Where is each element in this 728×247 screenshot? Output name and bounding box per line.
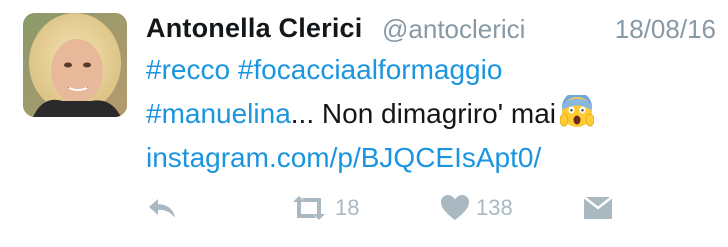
reply-icon [146, 194, 178, 222]
tweet-line-1: #recco #focacciaalformaggio [146, 48, 706, 92]
tweet-actions: 18 138 [146, 188, 616, 228]
tweet-card: Antonella Clerici @antoclerici 18/08/16 … [0, 0, 728, 247]
tweet-header: Antonella Clerici @antoclerici 18/08/16 [146, 7, 716, 47]
timestamp[interactable]: 18/08/16 [615, 14, 716, 45]
tweet-line-3: instagram.com/p/BJQCEIsApt0/ [146, 136, 706, 180]
tweet-line-2: #manuelina... Non dimagriro' mai [146, 92, 706, 136]
face-screaming-in-fear-icon [559, 92, 595, 129]
reply-button[interactable] [146, 188, 178, 228]
like-button[interactable]: 138 [440, 188, 513, 228]
envelope-icon [582, 195, 614, 221]
heart-icon [440, 194, 470, 222]
hashtag-manuelina[interactable]: #manuelina [146, 98, 291, 129]
retweet-button[interactable]: 18 [289, 188, 359, 228]
user-handle[interactable]: @antoclerici [382, 14, 525, 45]
display-name[interactable]: Antonella Clerici [146, 13, 362, 44]
hashtag-focacciaalformaggio[interactable]: #focacciaalformaggio [238, 54, 503, 85]
tweet-text: #recco #focacciaalformaggio #manuelina..… [146, 48, 706, 180]
tweet-link[interactable]: instagram.com/p/BJQCEIsApt0/ [146, 142, 541, 173]
hashtag-recco[interactable]: #recco [146, 54, 230, 85]
retweet-icon [289, 194, 329, 222]
avatar[interactable] [23, 13, 127, 117]
tweet-text-content: ... Non dimagriro' mai [290, 98, 556, 129]
direct-message-button[interactable] [582, 188, 614, 228]
retweet-count: 18 [335, 195, 360, 220]
like-count: 138 [476, 195, 513, 220]
